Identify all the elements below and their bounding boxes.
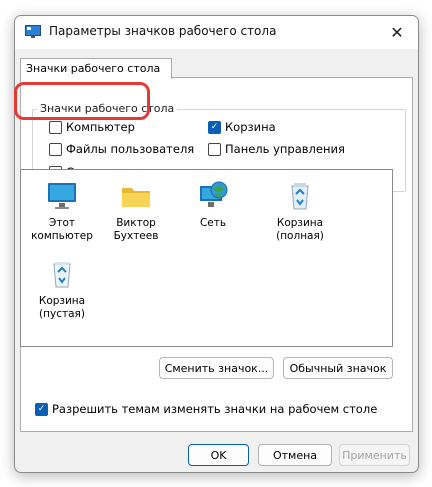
icon-label-line2: Бухтеев: [113, 230, 159, 242]
checkbox-box: [49, 142, 62, 156]
icon-item-recycle-bin-full[interactable]: Корзина (полная): [265, 180, 335, 243]
allow-themes-label: Разрешить темам изменять значки на рабоч…: [52, 402, 378, 416]
icon-item-user-folder[interactable]: Виктор Бухтеев: [101, 180, 171, 243]
icon-label-line1: Корзина: [276, 217, 324, 229]
icon-label-line2: (пустая): [39, 308, 85, 320]
checkbox-box: [208, 142, 221, 156]
icon-label-line1: Сеть: [199, 217, 227, 229]
tab-desktop-icons[interactable]: Значки рабочего стола: [20, 58, 172, 79]
icon-label-line1: Этот: [49, 217, 75, 229]
tab-label: Значки рабочего стола: [26, 62, 161, 75]
highlight-annotation: [14, 82, 150, 120]
icon-label-line1: Корзина: [38, 295, 86, 307]
icon-item-network[interactable]: Сеть: [178, 180, 248, 230]
checkbox-computer[interactable]: Компьютер: [49, 120, 135, 134]
recycle-bin-full-icon: [284, 180, 316, 212]
checkbox-computer-label: Компьютер: [66, 120, 135, 134]
icon-label-line2: компьютер: [31, 230, 93, 242]
close-button[interactable]: ✕: [376, 16, 418, 49]
checkbox-box: [49, 120, 62, 134]
checkbox-user-files[interactable]: Файлы пользователя: [49, 142, 194, 156]
monitor-icon: [46, 180, 78, 212]
icon-item-this-pc[interactable]: Этот компьютер: [27, 180, 97, 243]
checkmark-icon: ✓: [208, 120, 221, 134]
apply-button[interactable]: Применить: [339, 444, 410, 466]
change-icon-button[interactable]: Сменить значок...: [159, 357, 274, 379]
default-icon-button[interactable]: Обычный значок: [283, 357, 393, 379]
recycle-bin-empty-icon: [46, 258, 78, 290]
checkbox-user-files-label: Файлы пользователя: [66, 142, 195, 156]
desktop-settings-icon: [25, 25, 41, 38]
icon-item-recycle-bin-empty[interactable]: Корзина (пустая): [27, 258, 97, 321]
checkbox-recycle-bin-label: Корзина: [225, 120, 276, 134]
checkbox-control-panel-label: Панель управления: [225, 142, 345, 156]
ok-button[interactable]: OK: [188, 444, 249, 466]
network-globe-icon: [197, 180, 229, 212]
window-title: Параметры значков рабочего стола: [49, 24, 277, 38]
checkbox-allow-themes[interactable]: ✓ Разрешить темам изменять значки на раб…: [35, 402, 377, 416]
icons-list[interactable]: Этот компьютер Виктор Бухтеев Сеть Корзи…: [20, 169, 393, 347]
icon-label-line1: Виктор: [116, 217, 156, 229]
checkbox-recycle-bin[interactable]: ✓ Корзина: [208, 120, 276, 134]
checkbox-control-panel[interactable]: Панель управления: [208, 142, 345, 156]
title-bar: Параметры значков рабочего стола ✕: [15, 16, 418, 49]
cancel-button[interactable]: Отмена: [258, 444, 332, 466]
folder-icon: [120, 180, 152, 212]
icon-label-line2: (полная): [276, 230, 324, 242]
checkmark-icon: ✓: [35, 402, 48, 416]
